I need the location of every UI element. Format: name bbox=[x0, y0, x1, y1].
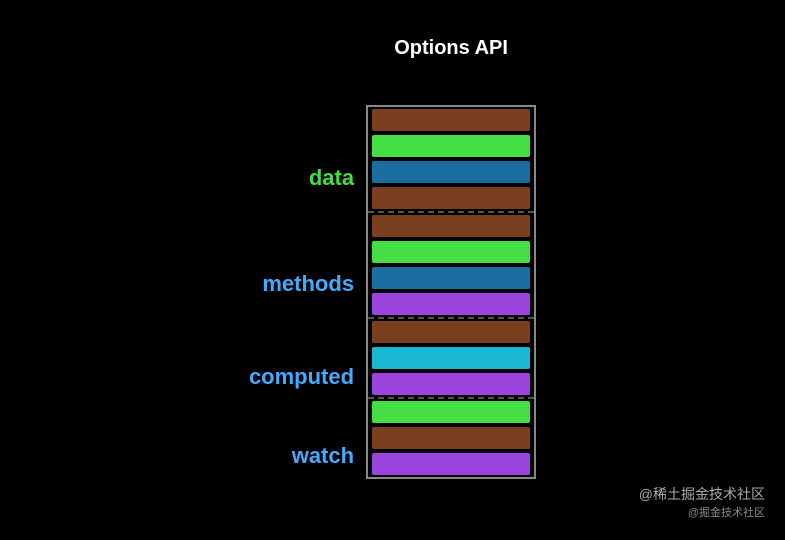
bar-purple bbox=[372, 453, 530, 475]
label-watch: watch bbox=[292, 443, 354, 469]
bar-brown bbox=[372, 215, 530, 237]
bar-green bbox=[372, 135, 530, 157]
bar-purple bbox=[372, 293, 530, 315]
label-wrapper-watch: watch bbox=[292, 417, 354, 495]
section-computed bbox=[368, 319, 534, 399]
bar-green bbox=[372, 241, 530, 263]
label-wrapper-computed: computed bbox=[249, 337, 354, 417]
watermark-main: @稀土掘金技术社区 bbox=[639, 484, 765, 504]
label-wrapper-methods: methods bbox=[262, 231, 354, 337]
watermark: @稀土掘金技术社区 @掘金技术社区 bbox=[639, 484, 765, 520]
bar-brown bbox=[372, 427, 530, 449]
label-wrapper-data: data bbox=[309, 125, 354, 231]
section-data bbox=[368, 107, 534, 213]
label-data: data bbox=[309, 165, 354, 191]
labels-column: data methods computed watch bbox=[249, 65, 354, 495]
bar-brown bbox=[372, 187, 530, 209]
watermark-sub: @掘金技术社区 bbox=[639, 504, 765, 520]
options-box bbox=[366, 105, 536, 479]
label-computed: computed bbox=[249, 364, 354, 390]
section-methods bbox=[368, 213, 534, 319]
label-methods: methods bbox=[262, 271, 354, 297]
main-container: data methods computed watch Options API bbox=[0, 0, 785, 540]
bar-green bbox=[372, 401, 530, 423]
bar-brown bbox=[372, 321, 530, 343]
bar-purple bbox=[372, 373, 530, 395]
bar-brown bbox=[372, 109, 530, 131]
options-api-title: Options API bbox=[366, 37, 536, 60]
section-watch bbox=[368, 399, 534, 477]
diagram-wrapper: datamethodscomputedwatch Options API bbox=[249, 65, 536, 495]
bar-cyan bbox=[372, 347, 530, 369]
bar-blue-dark bbox=[372, 161, 530, 183]
bar-blue-dark bbox=[372, 267, 530, 289]
